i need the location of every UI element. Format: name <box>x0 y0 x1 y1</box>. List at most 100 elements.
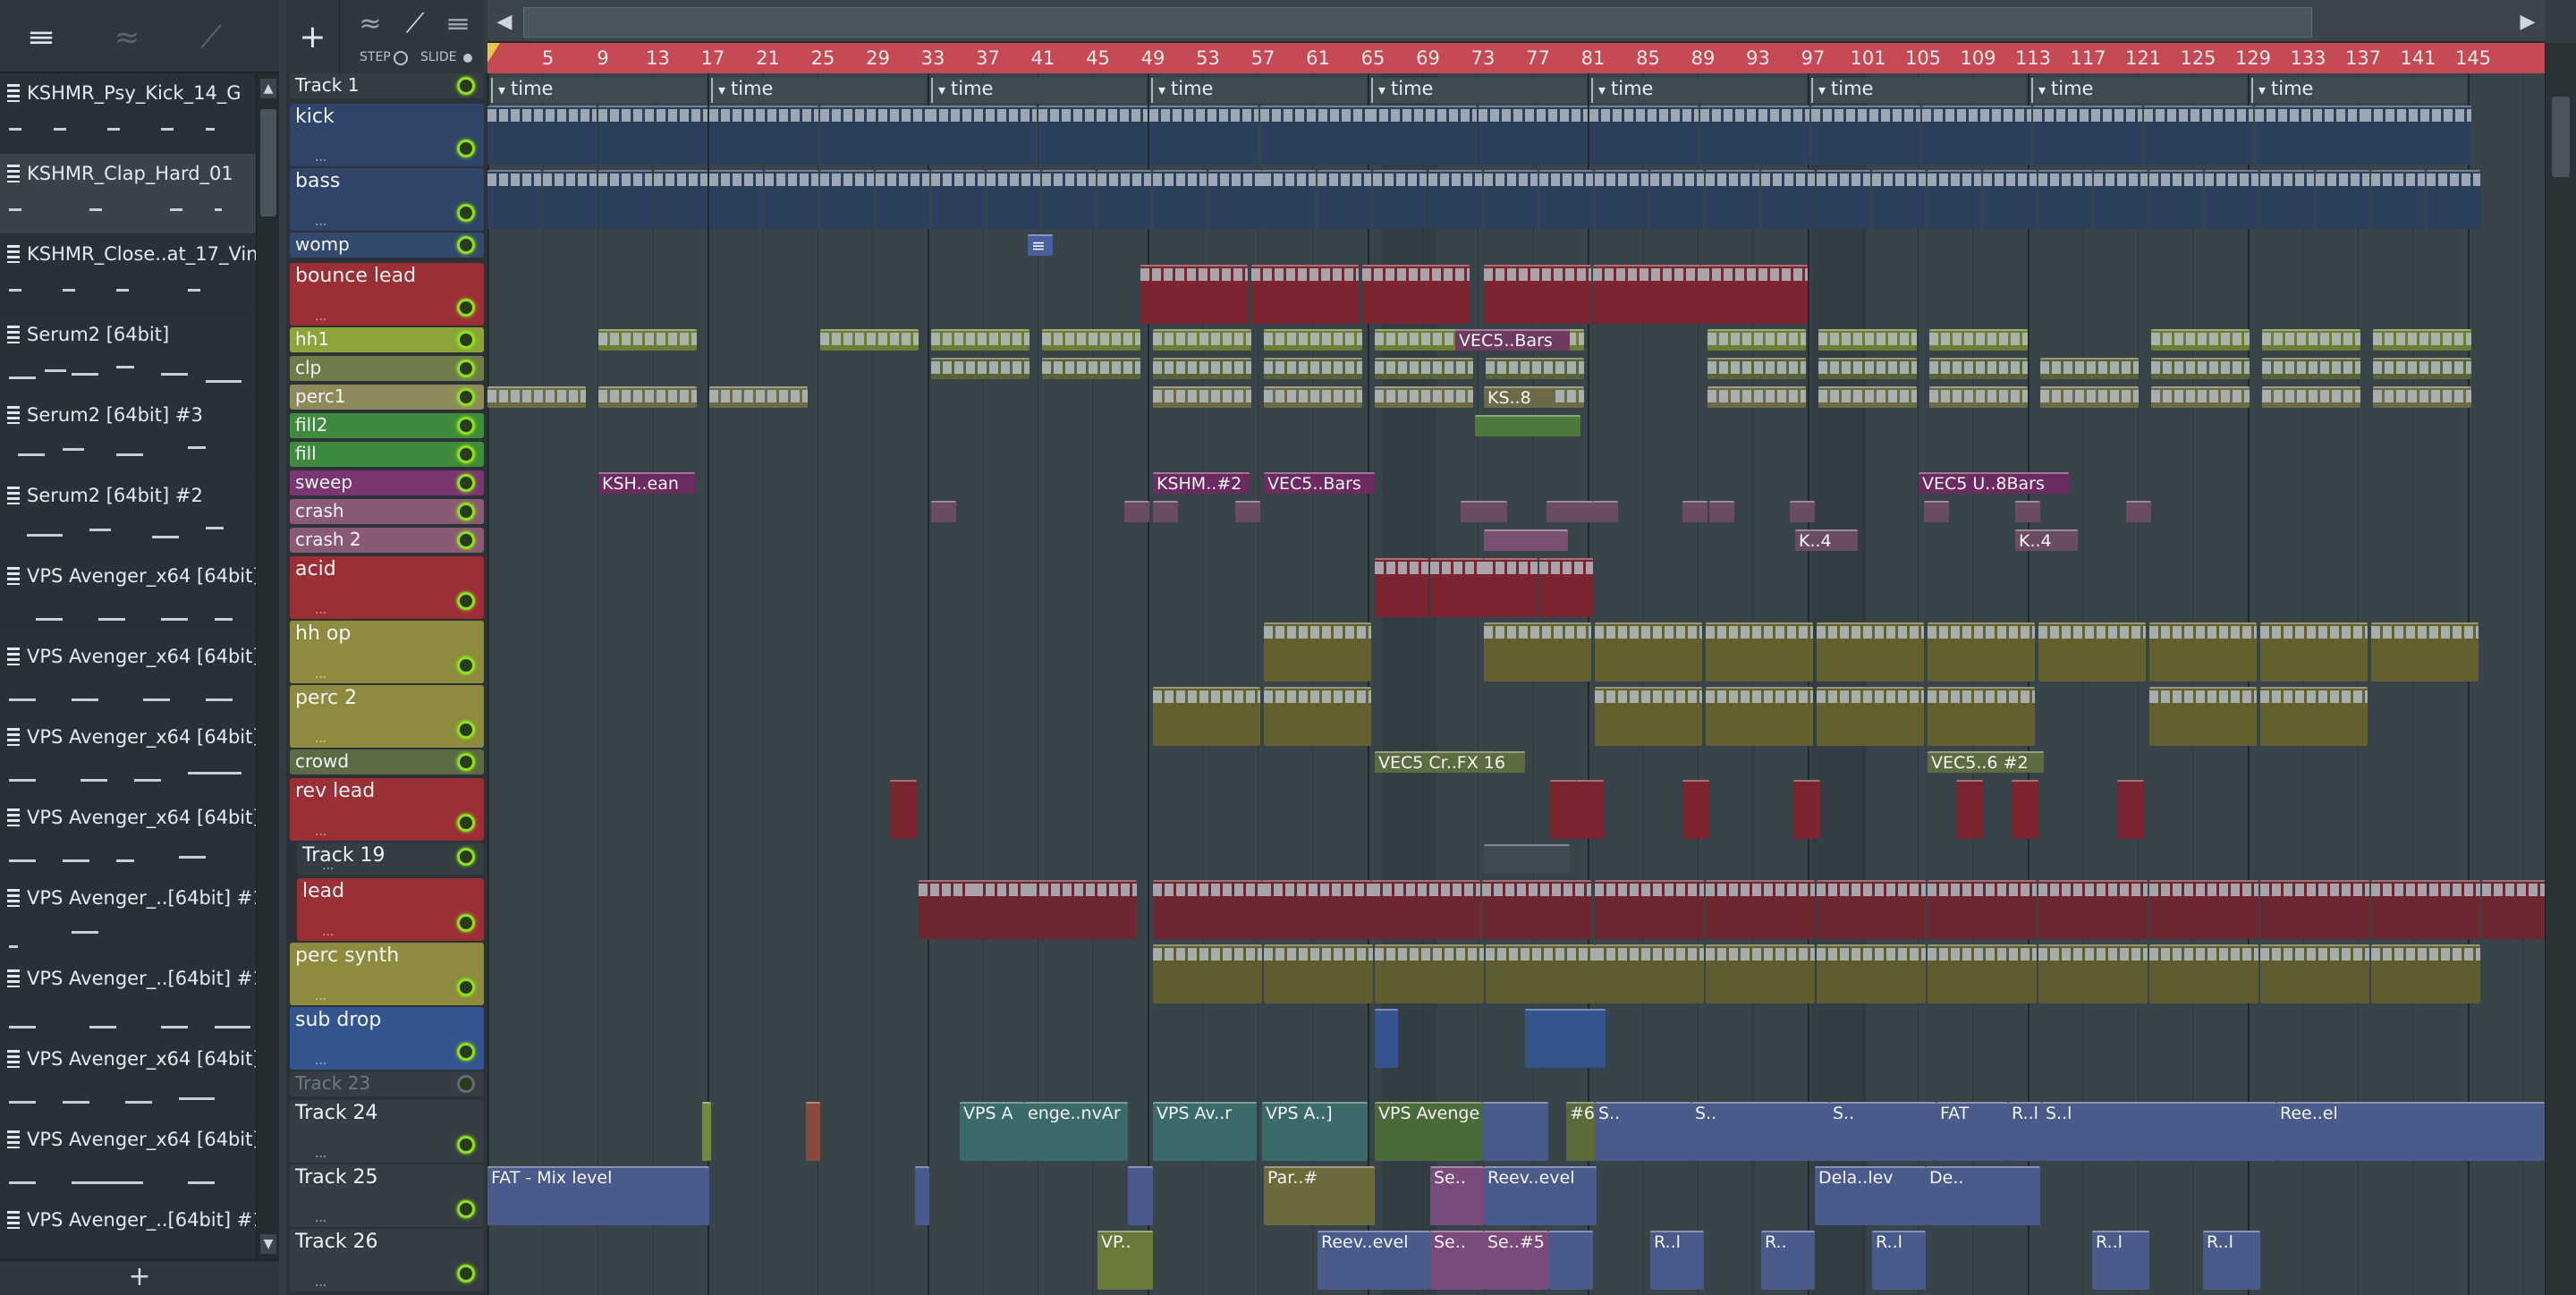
track-mute-led[interactable] <box>457 360 475 377</box>
automation-clip[interactable]: VPS Avenge <box>1375 1102 1482 1161</box>
track-header[interactable]: sub drop... <box>290 1007 484 1070</box>
crash-clip[interactable] <box>2126 501 2151 522</box>
pattern-clip[interactable] <box>931 170 985 229</box>
pattern-clip[interactable] <box>1153 329 1251 351</box>
pattern-clip[interactable] <box>2205 170 2258 229</box>
pattern-clip[interactable] <box>928 106 1037 165</box>
pattern-clip[interactable] <box>2094 170 2148 229</box>
track-mute-led[interactable] <box>457 140 475 157</box>
pattern-clip-icon[interactable]: 𝍢 <box>440 5 476 39</box>
pattern-clip[interactable] <box>2038 880 2148 939</box>
automation-clip[interactable] <box>915 1166 929 1225</box>
track-header[interactable]: perc1 <box>290 385 484 410</box>
pattern-clip[interactable] <box>1264 358 1362 379</box>
track-mute-led[interactable] <box>457 77 475 95</box>
track-header[interactable]: rev lead... <box>290 778 484 841</box>
pattern-clip[interactable] <box>1262 170 1316 229</box>
track-mute-led[interactable] <box>457 753 475 771</box>
pattern-clip[interactable] <box>2260 687 2368 746</box>
pattern-clip[interactable] <box>2255 106 2364 165</box>
pattern-clip[interactable] <box>2373 358 2471 379</box>
automation-clip[interactable] <box>702 1102 711 1161</box>
pattern-clip[interactable] <box>2038 944 2148 1003</box>
pattern-clip[interactable] <box>820 170 874 229</box>
track-header[interactable]: perc 2... <box>290 685 484 748</box>
rev-lead-clip[interactable] <box>2117 780 2144 839</box>
automation-clip[interactable]: Par..# <box>1264 1166 1375 1225</box>
pattern-clip[interactable] <box>487 170 541 229</box>
pattern-clip[interactable] <box>1700 265 1808 324</box>
pattern-clip[interactable] <box>543 170 597 229</box>
sub-drop-clip[interactable] <box>1375 1009 1398 1068</box>
pattern-clip[interactable] <box>2260 880 2369 939</box>
pattern-clip[interactable] <box>2149 687 2257 746</box>
rev-lead-clip[interactable] <box>1550 780 1577 839</box>
pattern-clip[interactable] <box>1375 944 1484 1003</box>
pattern-clip[interactable] <box>1264 386 1362 408</box>
pattern-item[interactable]: Serum2 [64bit] #3 <box>0 395 256 476</box>
track-mute-led[interactable] <box>457 299 475 317</box>
pattern-clip[interactable] <box>1486 944 1595 1003</box>
pattern-item[interactable]: Serum2 [64bit] <box>0 315 256 395</box>
track-mute-led[interactable] <box>457 914 475 932</box>
track-mute-led[interactable] <box>457 848 475 866</box>
track-header[interactable]: crowd <box>290 749 484 774</box>
pattern-clip[interactable] <box>1484 170 1538 229</box>
pattern-item[interactable]: VPS Avenger_..[64bit] #11 <box>0 878 256 959</box>
pattern-clip[interactable] <box>1928 622 2035 681</box>
pattern-clip[interactable] <box>1430 558 1484 617</box>
automation-clip[interactable]: R..l <box>2092 1231 2149 1290</box>
time-marker[interactable]: ▾ time <box>1151 78 1366 103</box>
track-mute-led[interactable] <box>457 474 475 492</box>
track-header[interactable]: bounce lead... <box>290 263 484 326</box>
vertical-scrollbar[interactable] <box>2545 43 2576 1295</box>
pattern-clip[interactable] <box>1707 386 1806 408</box>
pattern-clip[interactable] <box>2144 106 2253 165</box>
pattern-item[interactable]: VPS Avenger_x64 [64bit] #2 <box>0 637 256 717</box>
track-header[interactable]: kick... <box>290 104 484 166</box>
track-mute-led[interactable] <box>457 1043 475 1061</box>
rev-lead-clip[interactable] <box>1577 780 1604 839</box>
automation-clip[interactable]: enge..nvAr <box>1024 1102 1128 1161</box>
automation-clip[interactable]: VPS Av..r <box>1153 1102 1257 1161</box>
automation-clip[interactable] <box>1482 1102 1548 1161</box>
automation-clip[interactable]: VPS A..] <box>1262 1102 1368 1161</box>
pattern-clip[interactable] <box>1539 558 1593 617</box>
pattern-clip[interactable] <box>820 106 929 165</box>
crowd-audio-clip[interactable]: VEC5 Cr..FX 16 <box>1375 751 1525 773</box>
pattern-clip[interactable] <box>1706 880 1815 939</box>
pattern-clip[interactable] <box>820 329 919 351</box>
pattern-clip[interactable] <box>1707 329 1806 351</box>
track-mute-led[interactable] <box>457 1136 475 1154</box>
overview-window[interactable] <box>523 7 2312 38</box>
pattern-list-scrollbar[interactable]: ▲ ▼ <box>256 73 279 1259</box>
automation-clip[interactable]: Reev..evel <box>1484 1166 1597 1225</box>
pattern-clip[interactable] <box>2040 358 2139 379</box>
automation-clip[interactable]: R..l <box>1650 1231 1704 1290</box>
pattern-clip[interactable] <box>1928 170 1981 229</box>
pattern-clip[interactable] <box>487 386 586 408</box>
pattern-clip[interactable] <box>1818 329 1917 351</box>
pattern-clip[interactable] <box>1706 622 1813 681</box>
pattern-clip[interactable] <box>1038 106 1148 165</box>
sweep-audio-clip[interactable]: VEC5 U..8Bars <box>1919 472 2069 494</box>
time-marker[interactable]: ▾ time <box>491 78 706 103</box>
pattern-clip[interactable] <box>1208 170 1262 229</box>
automation-clip[interactable]: S.. <box>1691 1102 1829 1161</box>
crash-clip[interactable] <box>1568 501 1593 522</box>
time-marker[interactable]: ▾ time <box>2031 78 2246 103</box>
pattern-clip[interactable] <box>2262 358 2360 379</box>
pattern-clip[interactable] <box>876 170 929 229</box>
pattern-clip[interactable] <box>1149 106 1258 165</box>
crash-clip[interactable] <box>1482 501 1507 522</box>
track-mute-led[interactable] <box>457 592 475 610</box>
pattern-clip[interactable] <box>1153 386 1251 408</box>
track-header[interactable]: bass... <box>290 168 484 231</box>
track-mute-led[interactable] <box>457 503 475 521</box>
pattern-clip[interactable] <box>1817 687 1924 746</box>
time-marker[interactable]: ▾ time <box>1371 78 1586 103</box>
track-header[interactable]: sweep <box>290 470 484 495</box>
scroll-thumb[interactable] <box>260 109 276 216</box>
track-mute-led[interactable] <box>457 236 475 254</box>
pattern-clip[interactable] <box>1929 329 2028 351</box>
